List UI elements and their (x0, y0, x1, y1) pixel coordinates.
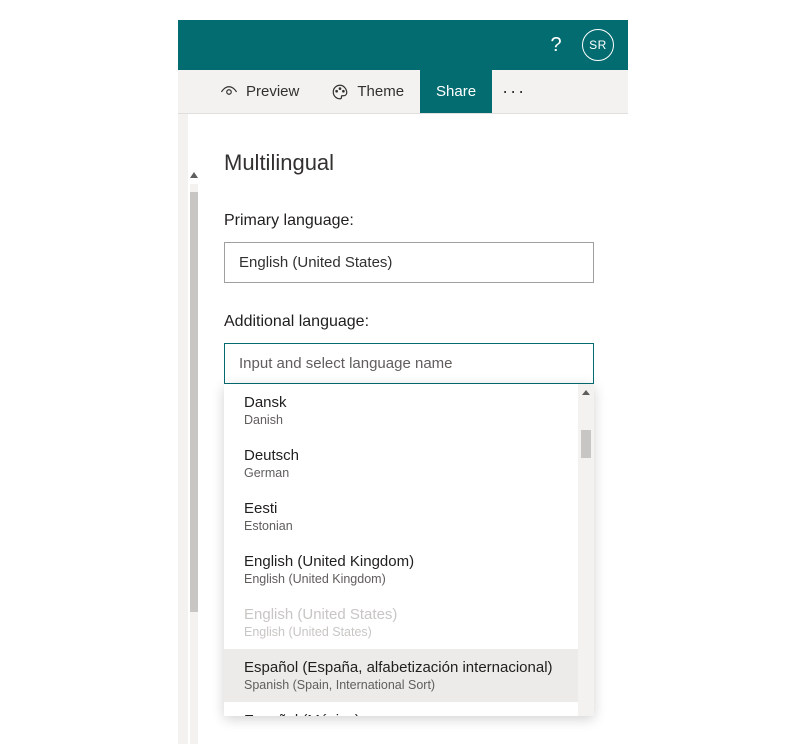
language-option-subtitle: English (United Kingdom) (244, 572, 558, 586)
toolbar: Preview Theme Share ··· (178, 70, 628, 114)
additional-language-input[interactable] (224, 343, 594, 384)
language-option-title: Deutsch (244, 447, 558, 464)
language-option-subtitle: English (United States) (244, 625, 558, 639)
language-option-title: English (United States) (244, 606, 558, 623)
language-option[interactable]: Español (España, alfabetización internac… (224, 649, 578, 702)
language-option: English (United States) English (United S… (224, 596, 578, 649)
language-option-title: Español (España, alfabetización internac… (244, 659, 558, 676)
language-option[interactable]: Deutsch German (224, 437, 578, 490)
language-option[interactable]: Eesti Estonian (224, 490, 578, 543)
dropdown-scrollbar[interactable] (578, 384, 594, 716)
left-gutter (178, 114, 188, 744)
language-option-title: Dansk (244, 394, 558, 411)
language-option-subtitle: Estonian (244, 519, 558, 533)
language-option-title: Eesti (244, 500, 558, 517)
language-option[interactable]: English (United Kingdom) English (United … (224, 543, 578, 596)
preview-label: Preview (246, 83, 299, 100)
eye-icon (220, 83, 238, 101)
theme-label: Theme (357, 83, 404, 100)
primary-language-input[interactable] (224, 242, 594, 283)
additional-language-label: Additional language: (224, 313, 598, 331)
language-option[interactable]: Español (México)Spanish (Mexico) (224, 702, 578, 716)
language-option-title: Español (México) (244, 712, 558, 716)
primary-language-label: Primary language: (224, 212, 598, 230)
avatar[interactable]: SR (582, 29, 614, 61)
language-dropdown: Dansk Danish Deutsch German Eesti Estonian Eng… (224, 384, 594, 716)
help-icon[interactable]: ? (542, 31, 570, 59)
palette-icon (331, 83, 349, 101)
share-button[interactable]: Share (420, 70, 492, 113)
language-option-subtitle: Spanish (Spain, International Sort) (244, 678, 558, 692)
language-option-subtitle: German (244, 466, 558, 480)
header-bar: ? SR (178, 20, 628, 70)
language-option[interactable]: Dansk Danish (224, 384, 578, 437)
language-option-title: English (United Kingdom) (244, 553, 558, 570)
language-option-subtitle: Danish (244, 413, 558, 427)
page-title: Multilingual (224, 150, 598, 176)
theme-button[interactable]: Theme (315, 70, 420, 113)
preview-button[interactable]: Preview (204, 70, 315, 113)
more-button[interactable]: ··· (492, 70, 536, 113)
share-label: Share (436, 83, 476, 100)
